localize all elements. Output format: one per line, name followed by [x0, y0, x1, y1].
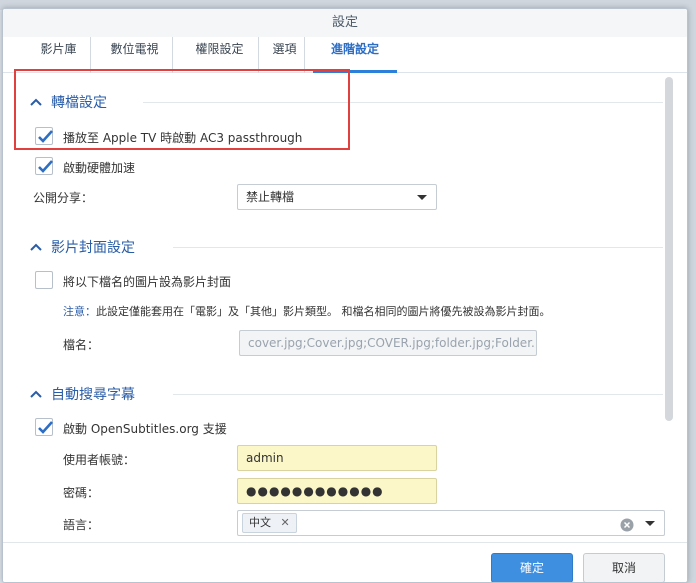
tab-video-library[interactable]: 影片庫 — [27, 37, 91, 73]
language-select[interactable]: 中文 ✕ — [237, 510, 665, 536]
settings-dialog: 設定 影片庫 數位電視 權限設定 選項 進階設定 轉檔設定 播放至 Apple … — [2, 8, 688, 583]
caret-down-icon[interactable] — [644, 511, 656, 535]
tab-advanced[interactable]: 進階設定 — [313, 37, 397, 73]
cancel-button[interactable]: 取消 — [583, 553, 665, 582]
section-subtitles[interactable]: 自動搜尋字幕 — [29, 384, 135, 404]
section-divider — [173, 247, 663, 248]
section-divider — [143, 102, 663, 103]
section-cover[interactable]: 影片封面設定 — [29, 237, 135, 257]
section-heading: 轉檔設定 — [51, 95, 107, 111]
chevron-up-icon — [29, 387, 43, 403]
section-heading: 自動搜尋字幕 — [51, 387, 135, 403]
tab-label: 進階設定 — [330, 42, 379, 56]
cover-note: 注意：此設定僅能套用在「電影」及「其他」影片類型。 和檔名相同的圖片將優先被設為… — [63, 303, 551, 319]
caret-down-icon — [416, 185, 428, 209]
username-label: 使用者帳號： — [63, 453, 136, 467]
tab-label: 數位電視 — [110, 42, 159, 56]
note-prefix: 注意： — [63, 305, 96, 318]
note-text: 此設定僅能套用在「電影」及「其他」影片類型。 和檔名相同的圖片將優先被設為影片封… — [96, 305, 551, 318]
tab-bar: 影片庫 數位電視 權限設定 選項 進階設定 — [3, 37, 687, 73]
opensubtitles-checkbox[interactable] — [35, 418, 53, 436]
tab-permissions[interactable]: 權限設定 — [181, 37, 259, 73]
filename-field[interactable]: cover.jpg;Cover.jpg;COVER.jpg;folder.jpg… — [239, 330, 537, 356]
public-share-select[interactable]: 禁止轉檔 — [237, 184, 437, 210]
checkmark-icon — [38, 421, 53, 434]
checkmark-icon — [38, 160, 53, 173]
section-divider — [173, 394, 663, 395]
chevron-up-icon — [29, 240, 43, 256]
language-label: 語言： — [63, 518, 100, 532]
dialog-footer: 確定 取消 — [3, 542, 687, 582]
tab-label: 選項 — [272, 42, 297, 56]
tab-options[interactable]: 選項 — [265, 37, 305, 73]
ok-button[interactable]: 確定 — [491, 553, 573, 582]
public-share-label: 公開分享： — [33, 191, 94, 205]
chevron-up-icon — [29, 95, 43, 111]
filename-label: 檔名： — [63, 338, 100, 352]
section-heading: 影片封面設定 — [51, 240, 135, 256]
cover-file-checkbox[interactable] — [35, 271, 53, 289]
clear-circle-icon[interactable] — [620, 516, 634, 535]
checkmark-icon — [38, 130, 53, 143]
settings-content: 轉檔設定 播放至 Apple TV 時啟動 AC3 passthrough 啟動… — [3, 74, 665, 542]
section-transcode[interactable]: 轉檔設定 — [29, 92, 107, 112]
password-input[interactable]: ●●●●●●●●●●●● — [237, 478, 437, 504]
apple-tv-label: 播放至 Apple TV 時啟動 AC3 passthrough — [63, 131, 303, 145]
hw-accel-label: 啟動硬體加速 — [63, 161, 136, 175]
password-label: 密碼： — [63, 486, 100, 500]
cover-file-label: 將以下檔名的圖片設為影片封面 — [63, 275, 232, 289]
dialog-title: 設定 — [3, 9, 687, 37]
tab-label: 影片庫 — [40, 42, 77, 56]
username-input[interactable]: admin — [237, 445, 437, 471]
remove-tag-icon[interactable]: ✕ — [281, 516, 290, 529]
tab-digital-tv[interactable]: 數位電視 — [97, 37, 173, 73]
public-share-value: 禁止轉檔 — [246, 190, 295, 204]
opensubtitles-label: 啟動 OpenSubtitles.org 支援 — [63, 422, 227, 436]
hw-accel-checkbox[interactable] — [35, 157, 53, 175]
tab-label: 權限設定 — [195, 42, 244, 56]
apple-tv-checkbox[interactable] — [35, 127, 53, 145]
language-tag[interactable]: 中文 ✕ — [242, 513, 297, 533]
language-tag-label: 中文 — [249, 516, 271, 529]
scrollbar[interactable] — [665, 77, 673, 421]
